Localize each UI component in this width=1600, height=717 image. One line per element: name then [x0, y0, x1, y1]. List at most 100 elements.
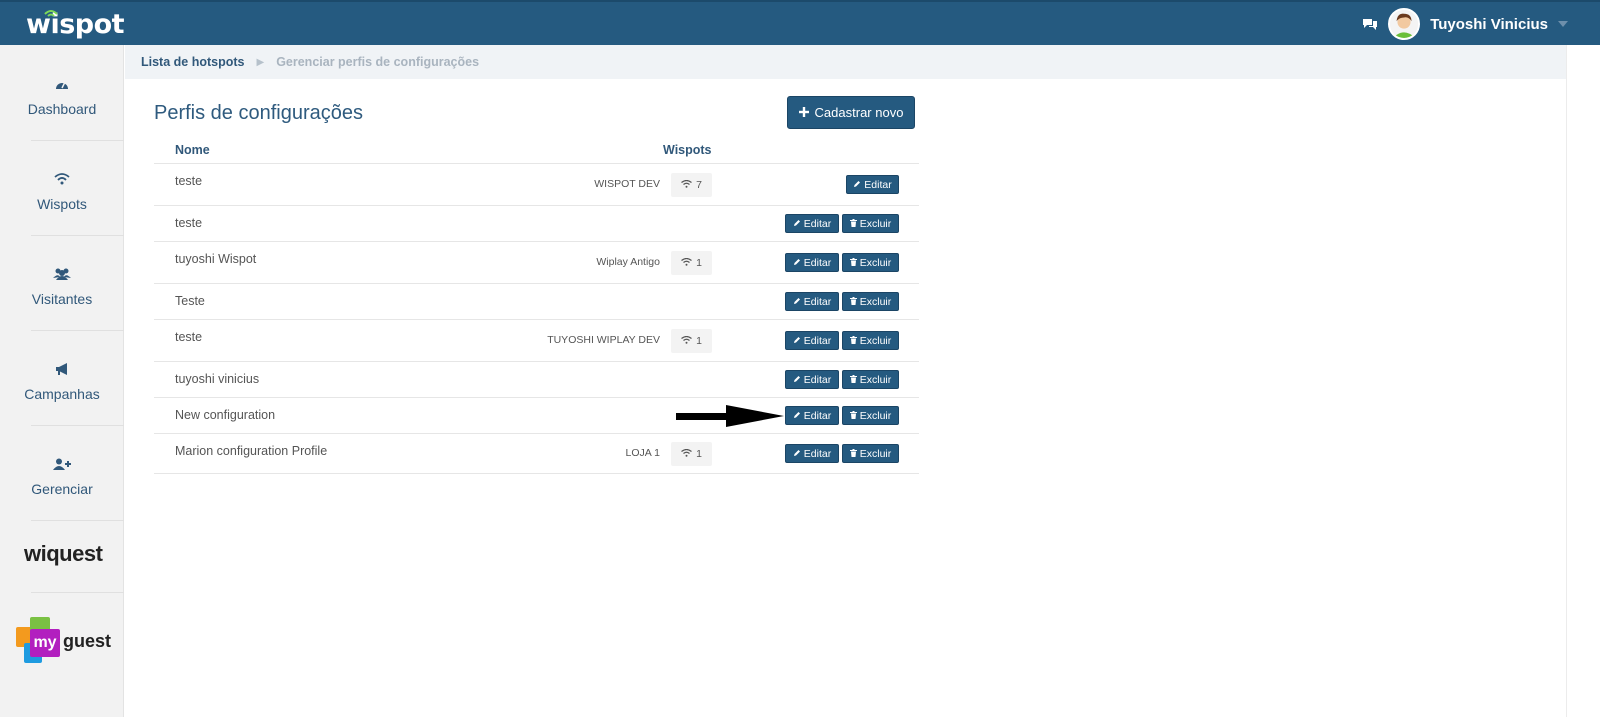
caret-down-icon[interactable] — [1558, 21, 1568, 27]
table-row: tuyoshi vinicius Editar Excluir — [154, 362, 919, 398]
breadcrumb-link[interactable]: Lista de hotspots — [141, 55, 244, 69]
sidebar-item-dashboard[interactable]: Dashboard — [0, 45, 124, 140]
trash-icon — [849, 257, 857, 269]
avatar[interactable] — [1388, 8, 1421, 40]
breadcrumb-current: Gerenciar perfis de configurações — [276, 55, 480, 69]
button-label: Editar — [803, 409, 832, 422]
dashboard-icon — [55, 75, 69, 93]
wispot-count-badge: 1 — [671, 329, 712, 353]
pencil-icon — [793, 448, 801, 460]
wispot-count: 1 — [696, 257, 702, 269]
wispot-logo[interactable]: wispot — [26, 9, 125, 40]
delete-button[interactable]: Excluir — [842, 406, 899, 425]
button-label: Cadastrar novo — [814, 105, 904, 120]
wispot-count-badge: 7 — [671, 173, 712, 197]
edit-button[interactable]: Editar — [785, 292, 839, 311]
delete-button[interactable]: Excluir — [842, 331, 899, 350]
delete-button[interactable]: Excluir — [842, 292, 899, 311]
table-body: teste WISPOT DEV 7 Editar teste Editar Excluir… — [154, 164, 919, 474]
wispot-name: TUYOSHI WIPLAY DEV — [547, 334, 660, 346]
wifi-icon — [681, 448, 692, 460]
sidebar-item-label: Dashboard — [27, 101, 97, 117]
button-label: Excluir — [859, 295, 892, 308]
page-title: Perfis de configurações — [154, 102, 364, 124]
sidebar-item-gerenciar[interactable]: Gerenciar — [0, 425, 124, 520]
sidebar-item-label: Visitantes — [31, 291, 93, 307]
users-icon — [53, 265, 71, 283]
chevron-right-icon: ▶ — [256, 56, 265, 68]
table-row: New configuration Editar Excluir — [154, 398, 919, 434]
profile-name: tuyoshi vinicius — [175, 372, 260, 386]
edit-button[interactable]: Editar — [785, 370, 839, 389]
user-menu[interactable]: Tuyoshi Vinicius — [1362, 8, 1568, 40]
edit-button[interactable]: Editar — [785, 406, 839, 425]
sidebar-item-label: Wispots — [37, 196, 87, 212]
edit-button[interactable]: Editar — [785, 444, 839, 463]
delete-button[interactable]: Excluir — [842, 444, 899, 463]
logo-wifi-icon — [44, 10, 58, 17]
wifi-icon — [681, 257, 692, 269]
delete-button[interactable]: Excluir — [842, 253, 899, 272]
sidebar-item-visitantes[interactable]: Visitantes — [0, 235, 124, 330]
button-label: Excluir — [859, 409, 892, 422]
table-row: teste WISPOT DEV 7 Editar — [154, 164, 919, 206]
button-label: Excluir — [859, 217, 892, 230]
edit-button[interactable]: Editar — [846, 175, 899, 194]
wifi-icon — [681, 179, 692, 191]
wispot-count: 7 — [696, 179, 702, 191]
pencil-icon — [793, 257, 801, 269]
wifi-icon — [54, 170, 70, 188]
megaphone-icon — [55, 360, 69, 378]
sidebar-item-campanhas[interactable]: Campanhas — [0, 330, 124, 425]
logo-guest: guest — [63, 631, 112, 651]
profile-name: teste — [175, 216, 203, 230]
wispot-count: 1 — [696, 335, 702, 347]
sidebar-item-label: Gerenciar — [31, 481, 93, 497]
sidebar-item-wispots[interactable]: Wispots — [0, 140, 124, 235]
button-label: Editar — [803, 256, 832, 269]
pencil-icon — [793, 296, 801, 308]
profile-name: Teste — [175, 294, 205, 308]
button-label: Excluir — [859, 447, 892, 460]
pencil-icon — [793, 374, 801, 386]
table-row: tuyoshi Wispot Wiplay Antigo 1 Editar Exclui… — [154, 242, 919, 284]
button-label: Editar — [864, 178, 892, 191]
scrollbar[interactable] — [1566, 45, 1600, 717]
trash-icon — [849, 374, 857, 386]
profile-name: Marion configuration Profile — [175, 444, 328, 458]
edit-button[interactable]: Editar — [785, 253, 839, 272]
myguest-logo[interactable]: my guest — [16, 617, 116, 669]
table-header: Nome Wispots — [154, 140, 919, 164]
top-navbar: wispot Tuyoshi Vinicius — [0, 0, 1600, 45]
pencil-icon — [793, 410, 801, 422]
table-row: Teste Editar Excluir — [154, 284, 919, 320]
user-name[interactable]: Tuyoshi Vinicius — [1430, 16, 1548, 33]
chat-icon[interactable] — [1362, 17, 1378, 31]
button-label: Editar — [803, 217, 832, 230]
wispot-name: Wiplay Antigo — [596, 256, 660, 268]
button-label: Editar — [803, 295, 832, 308]
column-header-wispots: Wispots — [663, 143, 712, 157]
delete-button[interactable]: Excluir — [842, 370, 899, 389]
button-label: Excluir — [859, 256, 892, 269]
plus-icon — [798, 105, 809, 120]
wispot-count: 1 — [696, 448, 702, 460]
breadcrumb: Lista de hotspots ▶ Gerenciar perfis de … — [125, 45, 1566, 79]
trash-icon — [849, 218, 857, 230]
table-row: teste TUYOSHI WIPLAY DEV 1 Editar Excluir — [154, 320, 919, 362]
table-row: teste Editar Excluir — [154, 206, 919, 242]
wispot-count-badge: 1 — [671, 442, 712, 466]
column-header-name: Nome — [175, 143, 210, 157]
wiquest-logo[interactable]: wiquest — [24, 541, 103, 567]
button-label: Editar — [803, 334, 832, 347]
pencil-icon — [793, 335, 801, 347]
edit-button[interactable]: Editar — [785, 214, 839, 233]
profile-name: New configuration — [175, 408, 276, 422]
cadastrar-novo-button[interactable]: Cadastrar novo — [787, 96, 915, 129]
edit-button[interactable]: Editar — [785, 331, 839, 350]
button-label: Excluir — [859, 373, 892, 386]
sidebar-item-label: Campanhas — [24, 386, 100, 402]
wispot-count-badge: 1 — [671, 251, 712, 275]
profile-name: teste — [175, 330, 203, 344]
delete-button[interactable]: Excluir — [842, 214, 899, 233]
